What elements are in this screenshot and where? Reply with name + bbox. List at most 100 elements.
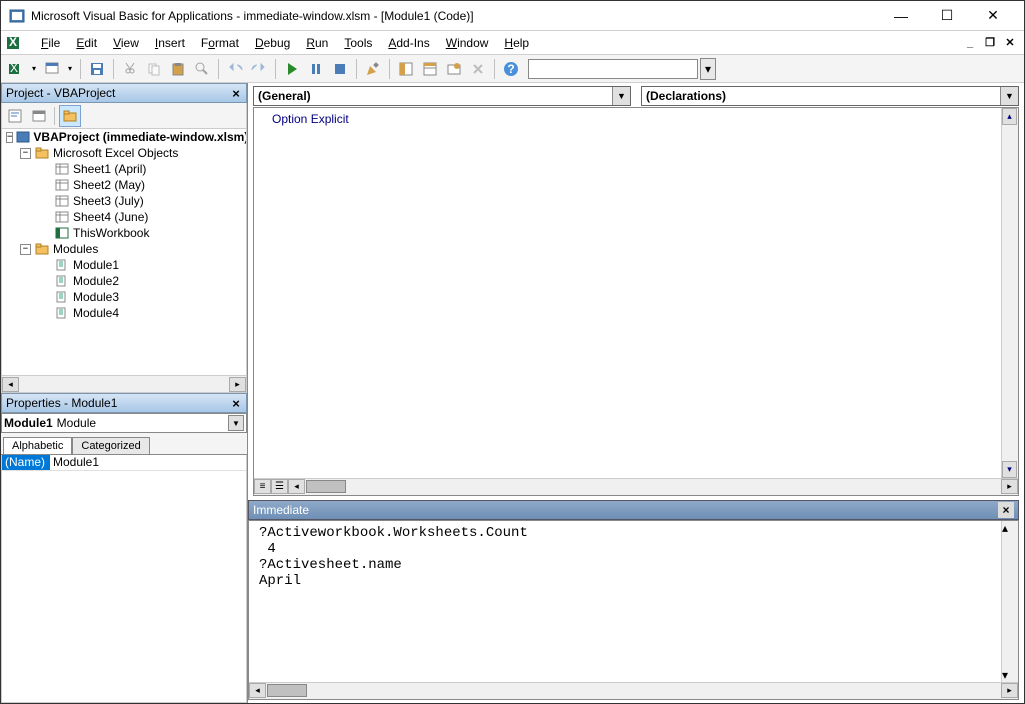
scroll-down-icon[interactable]: ▾ [1002, 461, 1017, 478]
mdi-restore[interactable]: ❐ [982, 36, 998, 50]
menu-help[interactable]: Help [496, 33, 537, 53]
module-icon [54, 274, 70, 288]
full-module-view-button[interactable]: ☰ [271, 479, 288, 494]
toolbar-dd-1[interactable]: ▾ [29, 64, 39, 73]
tree-module2[interactable]: Module2 [2, 273, 246, 289]
menubar: X File Edit View Insert Format Debug Run… [1, 31, 1024, 55]
view-code-button[interactable] [4, 105, 26, 127]
break-button[interactable] [305, 58, 327, 80]
collapse-icon[interactable]: − [6, 132, 13, 143]
code-bottom-bar: ≡ ☰ ◂ ▸ [254, 478, 1018, 495]
close-button[interactable]: ✕ [970, 1, 1016, 31]
window-controls: — ☐ ✕ [878, 1, 1016, 31]
immediate-textarea[interactable]: ?Activeworkbook.Worksheets.Count 4 ?Acti… [249, 521, 1018, 682]
module-icon [54, 290, 70, 304]
paste-button[interactable] [167, 58, 189, 80]
code-dropdowns: (General) ▼ (Declarations) ▼ [248, 83, 1024, 107]
redo-button[interactable] [248, 58, 270, 80]
svg-text:X: X [10, 61, 18, 75]
tree-sheet4[interactable]: Sheet4 (June) [2, 209, 246, 225]
tree-sheet3[interactable]: Sheet3 (July) [2, 193, 246, 209]
tab-alphabetic[interactable]: Alphabetic [3, 437, 72, 454]
collapse-icon[interactable]: − [20, 244, 31, 255]
project-explorer-button[interactable] [395, 58, 417, 80]
scroll-left-icon[interactable]: ◂ [249, 683, 266, 698]
object-browser-button[interactable] [443, 58, 465, 80]
toolbar-dd-2[interactable]: ▾ [65, 64, 75, 73]
tree-module3[interactable]: Module3 [2, 289, 246, 305]
project-panel-close[interactable]: × [228, 85, 244, 101]
view-excel-button[interactable]: X [5, 58, 27, 80]
find-button[interactable] [191, 58, 213, 80]
menu-run[interactable]: Run [298, 33, 336, 53]
tree-modules[interactable]: − Modules [2, 241, 246, 257]
tab-categorized[interactable]: Categorized [72, 437, 149, 454]
scroll-up-icon[interactable]: ▴ [1002, 521, 1018, 535]
window-title: Microsoft Visual Basic for Applications … [31, 9, 878, 23]
properties-panel-close[interactable]: × [228, 395, 244, 411]
design-mode-button[interactable] [362, 58, 384, 80]
code-vscroll[interactable]: ▴ ▾ [1001, 108, 1018, 478]
project-tree-hscroll[interactable]: ◂▸ [2, 375, 246, 392]
scroll-down-icon[interactable]: ▾ [1002, 668, 1008, 682]
tree-excel-objects[interactable]: − Microsoft Excel Objects [2, 145, 246, 161]
menu-edit[interactable]: Edit [68, 33, 105, 53]
properties-panel-header: Properties - Module1 × [1, 393, 247, 413]
tree-module4[interactable]: Module4 [2, 305, 246, 321]
tree-module1[interactable]: Module1 [2, 257, 246, 273]
hscroll-thumb[interactable] [306, 480, 346, 493]
cut-button[interactable] [119, 58, 141, 80]
collapse-icon[interactable]: − [20, 148, 31, 159]
undo-button[interactable] [224, 58, 246, 80]
menu-window[interactable]: Window [438, 33, 497, 53]
immediate-vscroll[interactable]: ▴ ▾ [1001, 521, 1018, 682]
immediate-hscroll[interactable]: ◂ ▸ [249, 682, 1018, 699]
toggle-folders-button[interactable] [59, 105, 81, 127]
menu-debug[interactable]: Debug [247, 33, 298, 53]
project-tree: − VBAProject (immediate-window.xlsm) − M… [1, 129, 247, 393]
copy-button[interactable] [143, 58, 165, 80]
menu-view[interactable]: View [105, 33, 147, 53]
properties-object-selector[interactable]: Module1 Module ▼ [1, 413, 247, 433]
view-object-button[interactable] [28, 105, 50, 127]
toolbox-button[interactable] [467, 58, 489, 80]
reset-button[interactable] [329, 58, 351, 80]
sheet-icon [54, 210, 70, 224]
tree-sheet1[interactable]: Sheet1 (April) [2, 161, 246, 177]
help-button[interactable]: ? [500, 58, 522, 80]
immediate-close[interactable]: × [998, 502, 1014, 518]
tree-root[interactable]: − VBAProject (immediate-window.xlsm) [2, 129, 246, 145]
scroll-up-icon[interactable]: ▴ [1002, 108, 1017, 125]
mdi-close[interactable]: ✕ [1002, 36, 1018, 50]
chevron-down-icon[interactable]: ▼ [228, 415, 244, 431]
menu-format[interactable]: Format [193, 33, 247, 53]
folder-icon [34, 146, 50, 160]
tree-thisworkbook[interactable]: ThisWorkbook [2, 225, 246, 241]
procedure-view-button[interactable]: ≡ [254, 479, 271, 494]
run-button[interactable] [281, 58, 303, 80]
scroll-left-icon[interactable]: ◂ [288, 479, 305, 494]
code-textarea[interactable]: Option Explicit ▴ ▾ [254, 108, 1018, 478]
toolbar-position-field[interactable] [528, 59, 698, 79]
properties-window-button[interactable] [419, 58, 441, 80]
minimize-button[interactable]: — [878, 1, 924, 31]
menu-file[interactable]: File [33, 33, 68, 53]
chevron-down-icon[interactable]: ▼ [1000, 87, 1018, 105]
property-row-name[interactable]: (Name) Module1 [2, 455, 246, 471]
menu-addins[interactable]: Add-Ins [380, 33, 437, 53]
toolbar-overflow[interactable]: ▾ [700, 58, 716, 80]
object-dropdown[interactable]: (General) ▼ [253, 86, 631, 106]
procedure-dropdown[interactable]: (Declarations) ▼ [641, 86, 1019, 106]
menu-insert[interactable]: Insert [147, 33, 193, 53]
chevron-down-icon[interactable]: ▼ [612, 87, 630, 105]
mdi-minimize[interactable]: _ [962, 36, 978, 50]
save-button[interactable] [86, 58, 108, 80]
tree-sheet2[interactable]: Sheet2 (May) [2, 177, 246, 193]
hscroll-thumb[interactable] [267, 684, 307, 697]
insert-userform-button[interactable] [41, 58, 63, 80]
scroll-right-icon[interactable]: ▸ [1001, 479, 1018, 494]
immediate-content: ?Activeworkbook.Worksheets.Count 4 ?Acti… [259, 525, 1008, 589]
maximize-button[interactable]: ☐ [924, 1, 970, 31]
menu-tools[interactable]: Tools [336, 33, 380, 53]
scroll-right-icon[interactable]: ▸ [1001, 683, 1018, 698]
